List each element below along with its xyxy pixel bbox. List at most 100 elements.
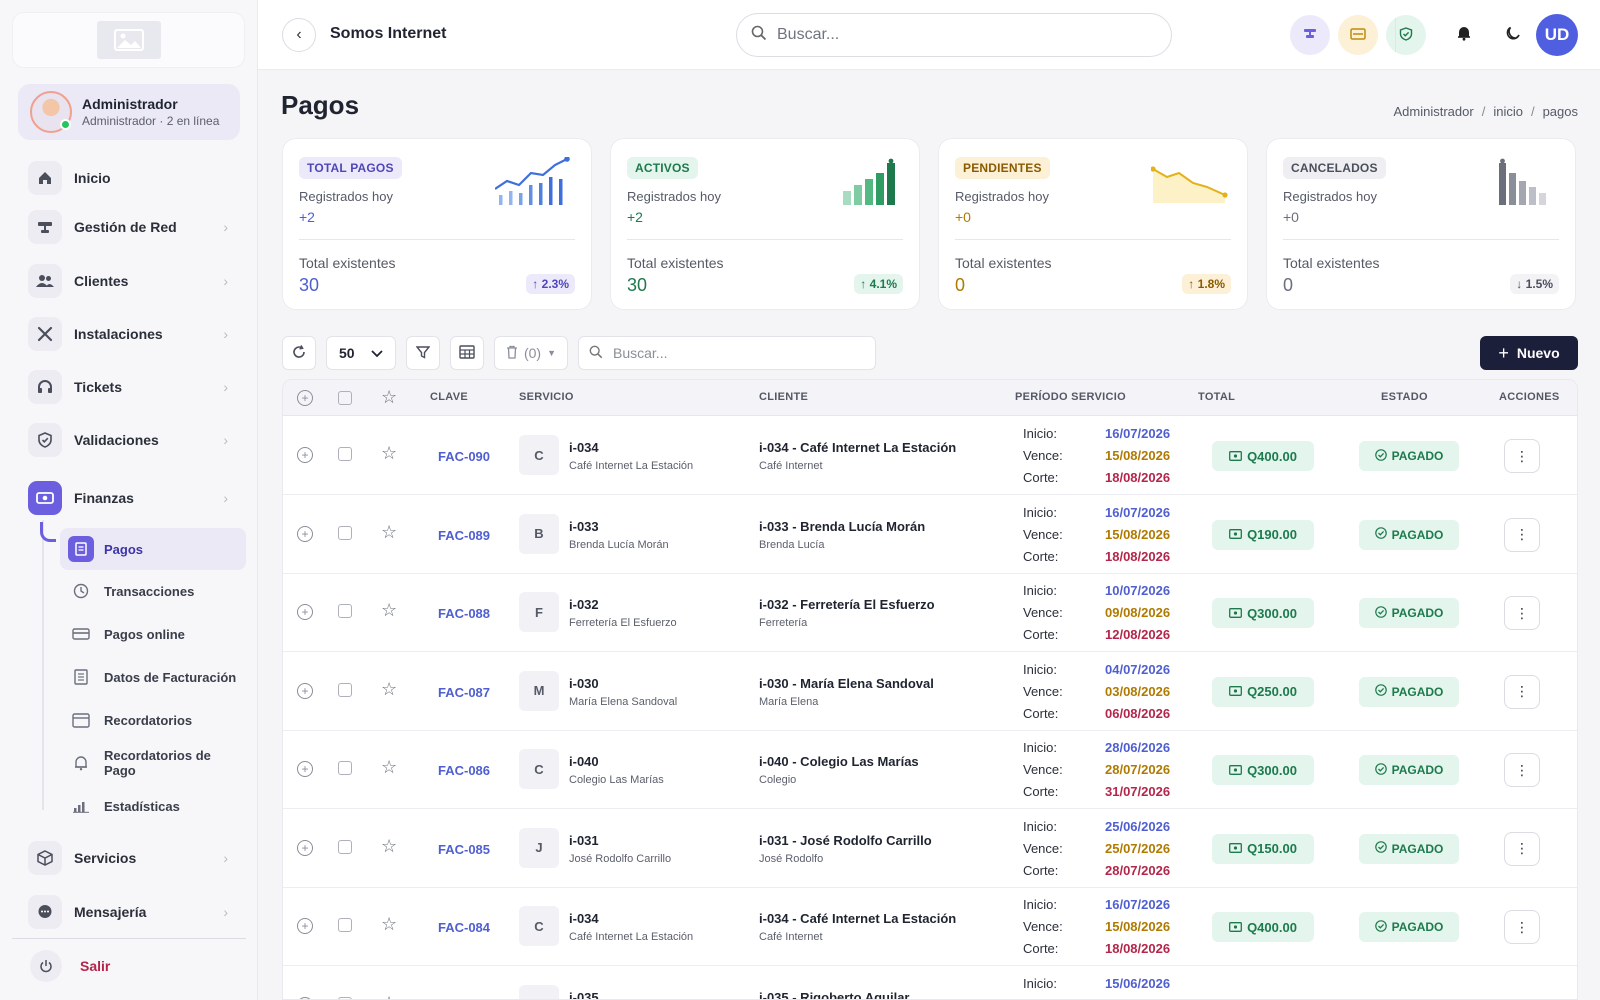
star-icon[interactable]: ☆ <box>381 522 397 543</box>
filter-button[interactable] <box>406 336 440 370</box>
star-icon[interactable]: ☆ <box>381 836 397 857</box>
global-search-input[interactable] <box>777 26 1137 44</box>
sidebar-subitem-recordatorios[interactable]: Recordatorios <box>60 699 246 741</box>
expand-row-icon[interactable]: + <box>297 996 313 999</box>
global-search[interactable] <box>736 13 1172 57</box>
invoice-key-link[interactable]: FAC-085 <box>438 842 490 857</box>
bulk-delete-button[interactable]: (0) ▼ <box>494 336 568 370</box>
sidebar-subitem-transacciones[interactable]: Transacciones <box>60 570 246 612</box>
logo[interactable] <box>12 12 245 68</box>
new-payment-button[interactable]: + Nuevo <box>1480 336 1578 370</box>
sidebar-subitem-datos-facturacion[interactable]: Datos de Facturación <box>60 656 246 698</box>
chevron-left-icon: ‹ <box>296 26 302 43</box>
column-header-periodo[interactable]: PERÍODO SERVICIO <box>1015 391 1126 403</box>
sidebar-item-inicio[interactable]: Inicio <box>28 158 238 198</box>
invoice-key-link[interactable]: FAC-086 <box>438 763 490 778</box>
sidebar-item-clientes[interactable]: Clientes › <box>28 261 238 301</box>
sidebar-item-validaciones[interactable]: Validaciones › <box>28 420 238 460</box>
row-checkbox[interactable] <box>338 447 352 461</box>
star-icon[interactable]: ☆ <box>381 914 397 935</box>
invoice-key-link[interactable]: FAC-084 <box>438 920 490 935</box>
refresh-button[interactable] <box>282 336 316 370</box>
money-shortcut-button[interactable] <box>1338 15 1378 55</box>
invoice-key-link[interactable]: FAC-089 <box>438 528 490 543</box>
sidebar-subitem-estadisticas[interactable]: Estadísticas <box>60 785 246 827</box>
sidebar-item-finanzas[interactable]: Finanzas › <box>28 478 238 518</box>
invoice-key-link[interactable]: FAC-090 <box>438 449 490 464</box>
expand-row-icon[interactable]: + <box>297 918 313 934</box>
expand-row-icon[interactable]: + <box>297 839 313 856</box>
row-actions-button[interactable]: ⋮ <box>1504 910 1540 944</box>
table-row[interactable]: + ☆ FAC-087 Mi-030 María Elena Sandoval i-030… <box>283 653 1577 731</box>
page-size-select[interactable]: 50 <box>326 336 396 370</box>
sidebar-subitem-pagos[interactable]: Pagos <box>60 528 246 570</box>
expand-row-icon[interactable]: + <box>297 761 313 777</box>
logout-label: Salir <box>80 958 111 974</box>
row-checkbox[interactable] <box>338 996 352 999</box>
table-row[interactable]: + ☆ FAC-088 Fi-032 Ferretería El Esfuerzo i-0… <box>283 574 1577 652</box>
logout-button[interactable]: Salir <box>30 950 110 982</box>
breadcrumb-item[interactable]: inicio <box>1493 104 1523 119</box>
star-icon[interactable]: ☆ <box>381 679 397 700</box>
table-row[interactable]: + ☆ i-035 i-035 - Rigoberto Aguilar Inicio: 1… <box>283 967 1577 1000</box>
column-header-total[interactable]: TOTAL <box>1198 391 1235 403</box>
network-shortcut-button[interactable] <box>1290 15 1330 55</box>
table-row[interactable]: + ☆ FAC-085 Ji-031 José Rodolfo Carrillo i-03… <box>283 810 1577 888</box>
table-search[interactable] <box>578 336 876 370</box>
period-label: Inicio: <box>1023 426 1057 441</box>
expand-row-icon[interactable]: + <box>297 447 313 463</box>
user-card[interactable]: Administrador Administrador · 2 en línea <box>18 84 240 140</box>
row-actions-button[interactable]: ⋮ <box>1504 439 1540 473</box>
column-header-clave[interactable]: CLAVE <box>430 391 468 403</box>
table-row[interactable]: + ☆ FAC-090 Ci-034 Café Internet La Estación… <box>283 417 1577 495</box>
invoice-key-link[interactable]: FAC-088 <box>438 606 490 621</box>
sidebar-item-mensajeria[interactable]: Mensajería › <box>28 892 238 932</box>
row-checkbox[interactable] <box>338 525 352 540</box>
back-button[interactable]: ‹ <box>282 18 316 52</box>
sidebar-item-gestion-de-red[interactable]: Gestión de Red › <box>28 207 238 247</box>
table-row[interactable]: + ☆ FAC-089 Bi-033 Brenda Lucía Morán i-033 -… <box>283 496 1577 574</box>
sidebar-subitem-pagos-online[interactable]: Pagos online <box>60 613 246 655</box>
row-actions-button[interactable]: ⋮ <box>1504 831 1540 866</box>
user-name: Administrador <box>82 96 178 112</box>
row-checkbox[interactable] <box>338 682 352 697</box>
expand-row-icon[interactable]: + <box>297 682 313 699</box>
table-row[interactable]: + ☆ FAC-084 Ci-034 Café Internet La Estación… <box>283 888 1577 966</box>
expand-row-icon[interactable]: + <box>297 525 313 542</box>
row-actions-button[interactable]: ⋮ <box>1504 753 1540 787</box>
columns-button[interactable] <box>450 336 484 370</box>
period-corte-date: 06/08/2026 <box>1105 705 1171 721</box>
row-checkbox[interactable] <box>338 839 352 854</box>
invoice-key-link[interactable]: FAC-087 <box>438 685 490 700</box>
row-checkbox[interactable] <box>338 918 352 932</box>
notifications-button[interactable] <box>1444 15 1484 55</box>
sidebar-item-instalaciones[interactable]: Instalaciones › <box>28 314 238 354</box>
row-actions-button[interactable]: ⋮ <box>1504 596 1540 630</box>
column-header-cliente[interactable]: CLIENTE <box>759 391 808 403</box>
table-search-input[interactable] <box>613 345 853 361</box>
star-icon[interactable]: ☆ <box>381 443 397 464</box>
column-header-servicio[interactable]: SERVICIO <box>519 391 574 403</box>
star-icon[interactable]: ☆ <box>381 600 397 621</box>
star-icon[interactable]: ☆ <box>381 757 397 778</box>
expand-all-icon[interactable]: + <box>297 390 313 406</box>
sidebar-subitem-label: Datos de Facturación <box>104 669 237 685</box>
sidebar-item-servicios[interactable]: Servicios › <box>28 838 238 878</box>
user-avatar-button[interactable]: UD <box>1536 14 1578 56</box>
expand-row-icon[interactable]: + <box>297 604 313 620</box>
star-header-icon[interactable]: ☆ <box>381 387 397 408</box>
sidebar-subitem-recordatorios-pago[interactable]: Recordatorios de Pago <box>60 742 246 784</box>
column-header-estado[interactable]: ESTADO <box>1381 391 1428 403</box>
sidebar-item-tickets[interactable]: Tickets › <box>28 367 238 407</box>
select-all-checkbox[interactable] <box>338 391 352 405</box>
row-actions-button[interactable]: ⋮ <box>1504 674 1540 709</box>
star-icon[interactable]: ☆ <box>381 993 397 1000</box>
breadcrumb-item[interactable]: Administrador <box>1394 104 1474 119</box>
shield-shortcut-button[interactable] <box>1386 15 1426 55</box>
row-actions-button[interactable]: ⋮ <box>1504 517 1540 552</box>
theme-toggle-button[interactable] <box>1493 15 1533 55</box>
row-checkbox[interactable] <box>338 604 352 618</box>
breadcrumb-item: pagos <box>1542 104 1578 119</box>
row-checkbox[interactable] <box>338 761 352 775</box>
table-row[interactable]: + ☆ FAC-086 Ci-040 Colegio Las Marías i-040 -… <box>283 731 1577 809</box>
